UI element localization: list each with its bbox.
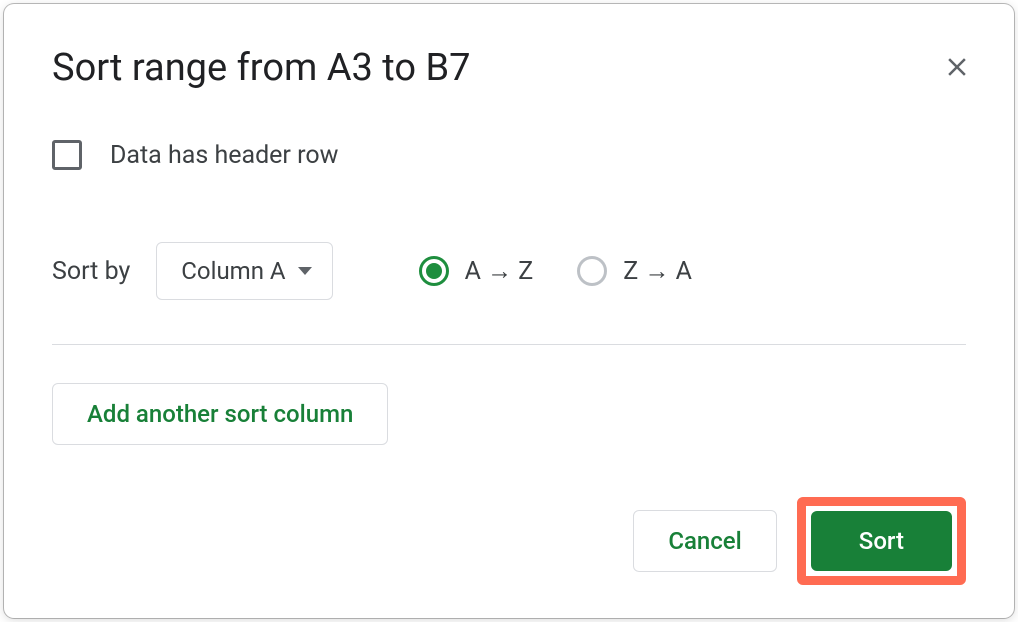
- dialog-title: Sort range from A3 to B7: [52, 46, 471, 90]
- sort-desc-label: Z → A: [623, 257, 692, 286]
- header-row-checkbox[interactable]: [52, 140, 82, 170]
- cancel-button[interactable]: Cancel: [633, 510, 776, 572]
- sort-by-label: Sort by: [52, 257, 130, 286]
- close-icon: [942, 52, 972, 82]
- close-button[interactable]: [942, 52, 972, 82]
- add-sort-column-label: Add another sort column: [87, 400, 353, 428]
- sort-desc-option[interactable]: Z → A: [577, 256, 692, 286]
- header-row-checkbox-row: Data has header row: [52, 140, 966, 170]
- radio-unselected-icon: [577, 256, 607, 286]
- radio-selected-icon: [419, 256, 449, 286]
- header-row-checkbox-label: Data has header row: [110, 141, 338, 170]
- add-sort-column-button[interactable]: Add another sort column: [52, 383, 388, 445]
- sort-range-dialog: Sort range from A3 to B7 Data has header…: [4, 4, 1014, 618]
- chevron-down-icon: [298, 267, 312, 275]
- sort-by-row: Sort by Column A A → Z Z → A: [52, 242, 966, 300]
- dialog-header: Sort range from A3 to B7: [52, 46, 966, 90]
- sort-button-highlight: Sort: [797, 497, 966, 585]
- sort-button[interactable]: Sort: [811, 511, 952, 571]
- sort-column-dropdown-value: Column A: [181, 257, 285, 285]
- sort-asc-option[interactable]: A → Z: [419, 256, 534, 286]
- sort-asc-label: A → Z: [465, 257, 534, 286]
- sort-button-label: Sort: [859, 527, 904, 555]
- divider: [52, 344, 966, 345]
- sort-direction-radio-group: A → Z Z → A: [419, 256, 692, 286]
- sort-column-dropdown[interactable]: Column A: [156, 242, 332, 300]
- cancel-button-label: Cancel: [668, 527, 741, 555]
- dialog-footer: Cancel Sort: [52, 497, 966, 585]
